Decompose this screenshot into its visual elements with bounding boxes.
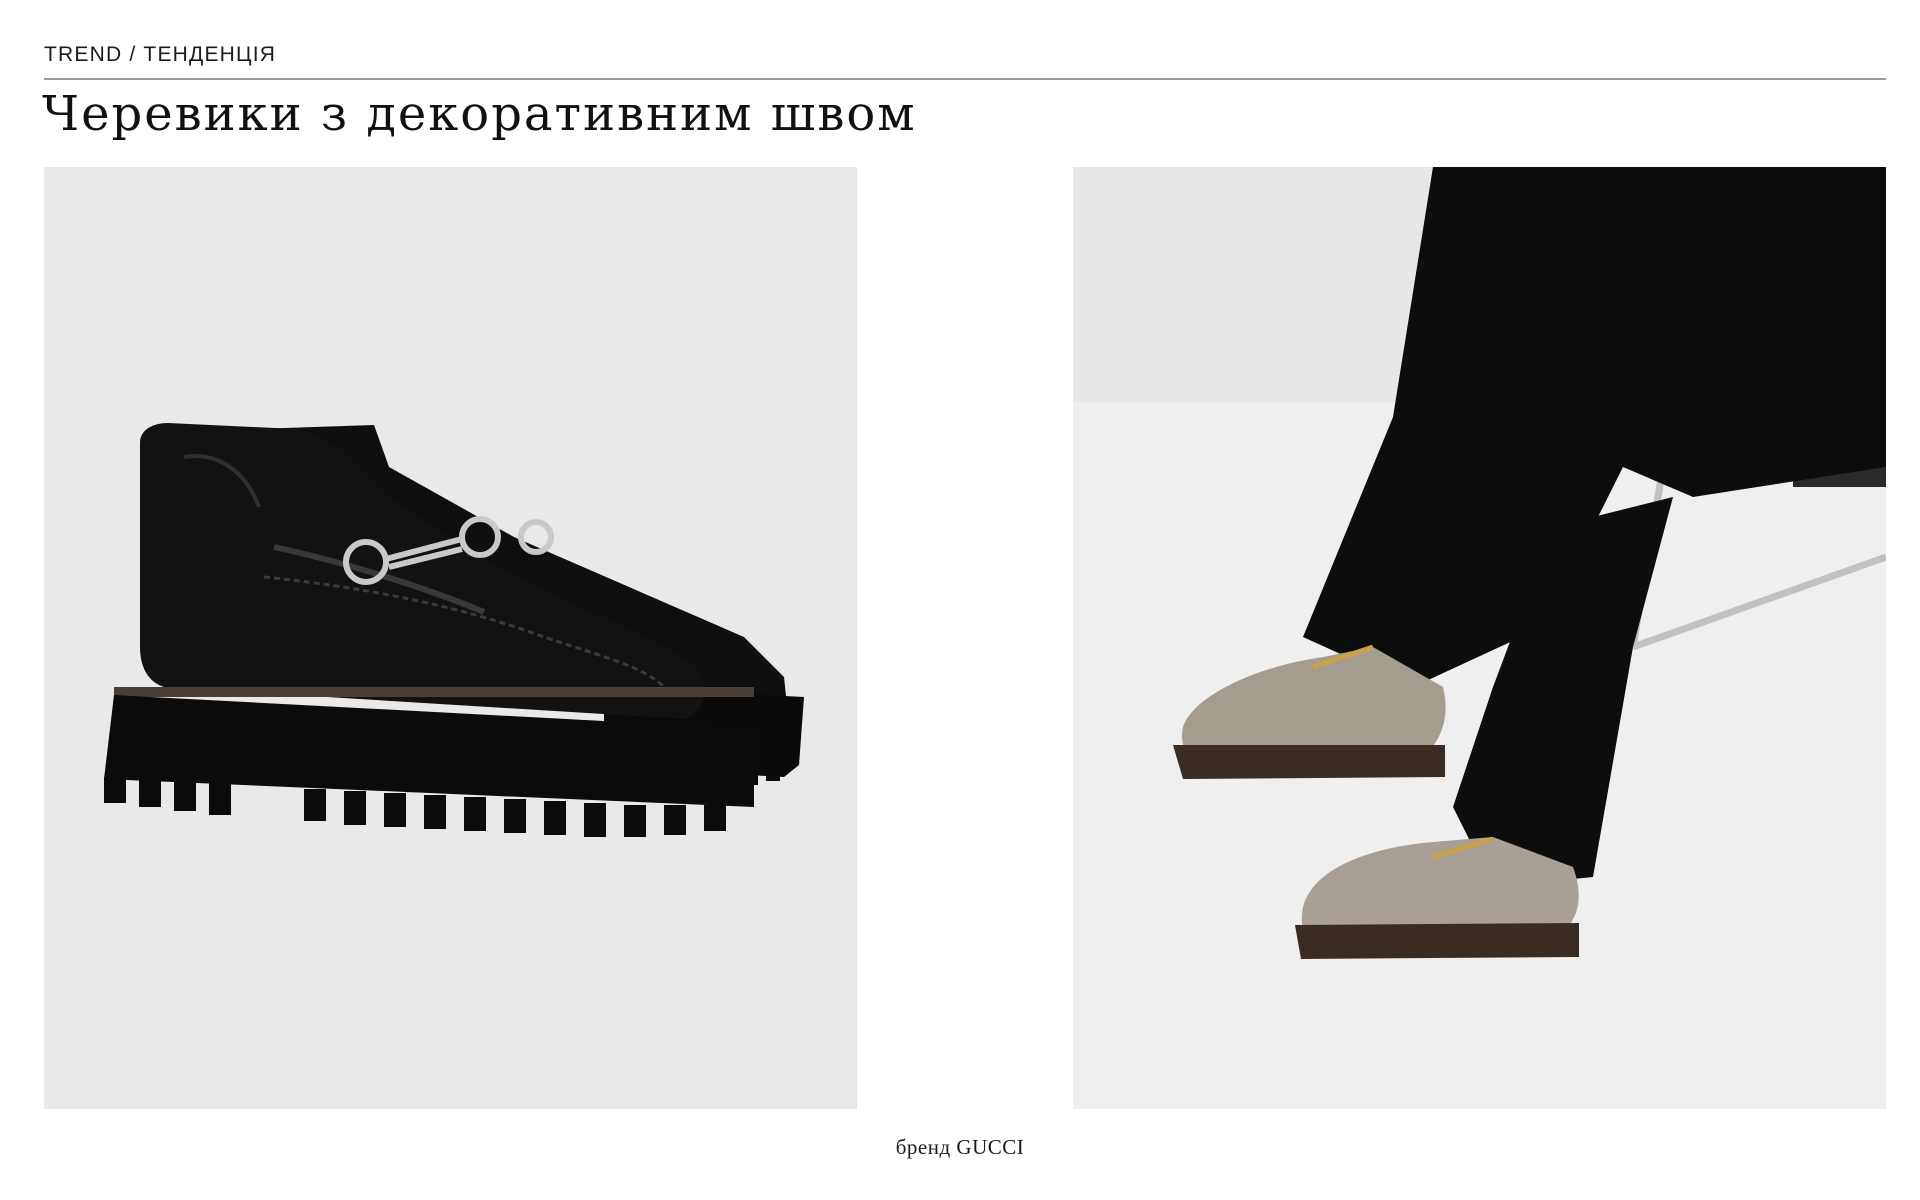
section-kicker: TREND / ТЕНДЕНЦІЯ [44,43,277,66]
page: TREND / ТЕНДЕНЦІЯ Черевики з декоративни… [0,0,1920,1200]
lifestyle-photo-loafers [1073,167,1886,1109]
header-divider [44,78,1886,80]
boots-illustration [104,423,804,837]
page-title: Черевики з декоративним швом [42,86,917,142]
brand-caption: бренд GUCCI [895,1135,1025,1159]
loafers-illustration [1073,167,1886,1109]
product-photo-boots [44,167,857,1109]
